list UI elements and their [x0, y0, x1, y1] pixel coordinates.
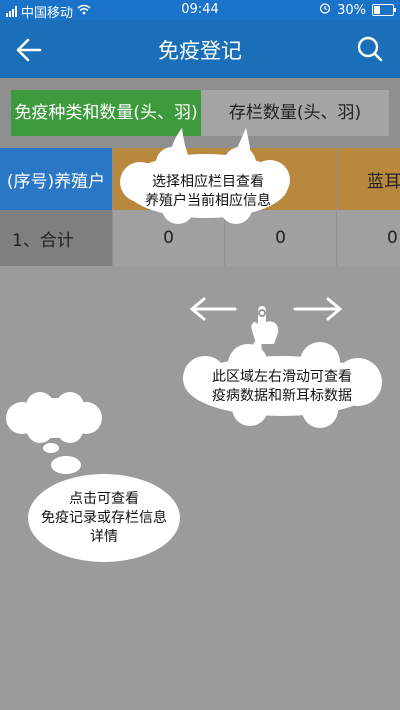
top-hint-line1: 选择相应栏目查看	[152, 174, 264, 190]
tutorial-overlay	[6, 128, 382, 562]
tap-hint-line2: 免疫记录或存栏信息	[41, 510, 167, 526]
tap-hint-line1: 点击可查看	[69, 491, 139, 507]
tap-hint-line3: 详情	[90, 529, 118, 545]
hand-pointer-icon	[251, 306, 279, 344]
top-hint-text: 选择相应栏目查看 养殖户当前相应信息	[130, 173, 286, 211]
swipe-hint-line2: 疫病数据和新耳标数据	[212, 388, 352, 404]
thought-cloud	[6, 392, 102, 474]
tap-hint-text: 点击可查看 免疫记录或存栏信息 详情	[34, 490, 174, 547]
swipe-hint-line1: 此区域左右滑动可查看	[212, 369, 352, 385]
swipe-hint-text: 此区域左右滑动可查看 疫病数据和新耳标数据	[192, 368, 372, 406]
top-hint-line2: 养殖户当前相应信息	[145, 193, 271, 209]
